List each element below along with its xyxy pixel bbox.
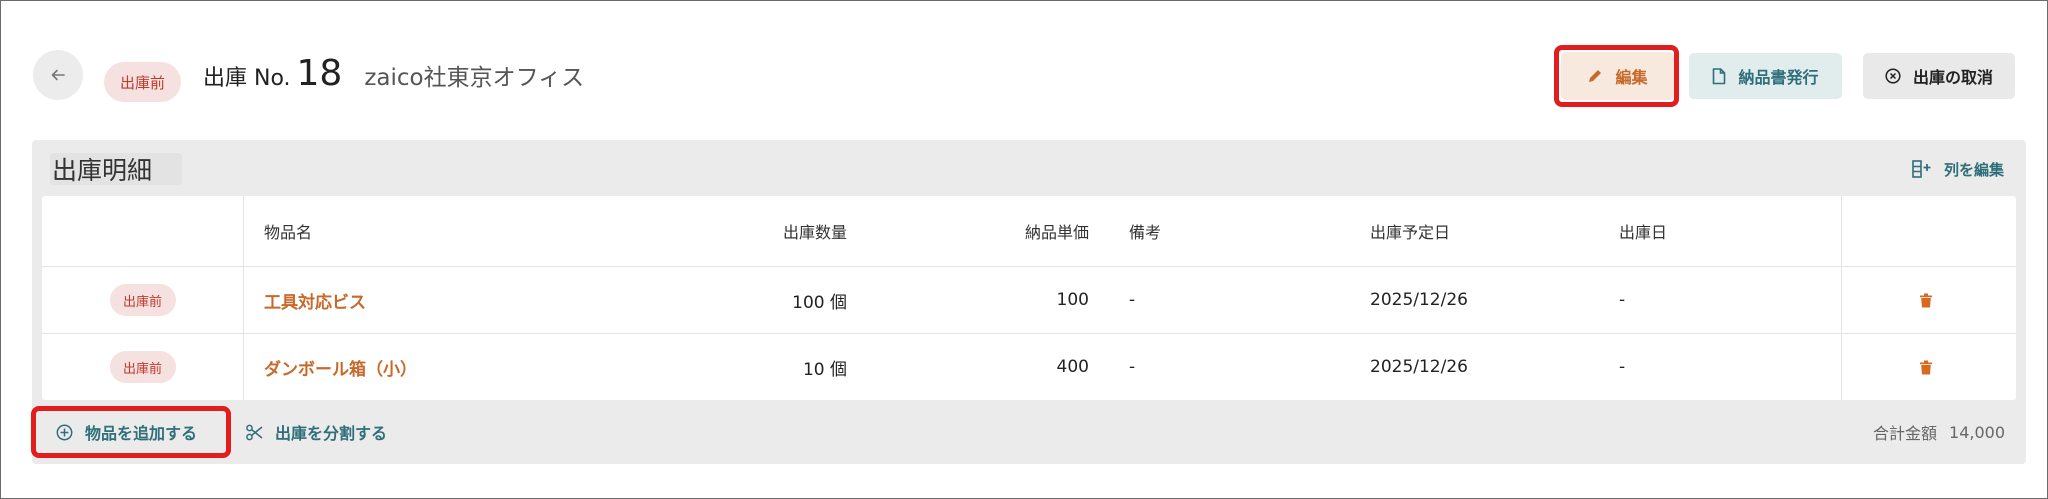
split-shipment-label: 出庫を分割する — [275, 424, 388, 443]
circle-x-icon — [1885, 68, 1901, 84]
table-row: 出庫前 工具対応ビス 100 個 100 - 2025/12/26 - — [42, 267, 2016, 334]
total-amount: 合計金額 14,000 — [1873, 413, 2005, 451]
table-header-row: 物品名 出庫数量 納品単価 備考 出庫予定日 出庫日 — [42, 196, 2016, 267]
trash-icon — [1920, 293, 1932, 308]
edit-button-label: 編集 — [1615, 68, 1648, 87]
row-status-badge: 出庫前 — [109, 284, 176, 316]
table-row: 出庫前 ダンボール箱（小） 10 個 400 - 2025/12/26 - — [42, 334, 2016, 400]
item-note: - — [1129, 290, 1136, 310]
add-item-button[interactable]: 物品を追加する — [28, 413, 220, 451]
item-price: 400 — [1056, 357, 1089, 377]
trash-icon — [1920, 360, 1932, 375]
item-name-link[interactable]: ダンボール箱（小） — [264, 334, 417, 400]
item-name-link[interactable]: 工具対応ビス — [264, 267, 366, 333]
delete-row-button[interactable] — [1920, 267, 1932, 333]
item-price: 100 — [1056, 290, 1089, 310]
scissors-icon — [246, 424, 263, 441]
item-ship-date: - — [1619, 357, 1626, 377]
total-label: 合計金額 — [1873, 424, 1938, 443]
items-table: 物品名 出庫数量 納品単価 備考 出庫予定日 出庫日 出庫前 工具対応ビス 10… — [42, 196, 2016, 400]
destination-name: zaico社東京オフィス — [364, 65, 585, 91]
item-planned-date: 2025/12/26 — [1370, 357, 1468, 377]
page-title: 出庫 No. 18 zaico社東京オフィス — [203, 53, 584, 103]
arrow-left-icon — [50, 67, 66, 83]
column-header-note: 備考 — [1129, 223, 1162, 242]
total-value: 14,000 — [1949, 422, 2005, 442]
row-status-cell: 出庫前 — [109, 334, 176, 400]
item-note: - — [1129, 357, 1136, 377]
column-header-name: 物品名 — [264, 223, 313, 242]
edit-columns-label: 列を編集 — [1943, 160, 2004, 179]
circle-plus-icon — [56, 424, 73, 441]
edit-columns-button[interactable]: 列を編集 — [1912, 154, 2004, 184]
item-planned-date: 2025/12/26 — [1370, 290, 1468, 310]
pencil-icon — [1587, 68, 1603, 84]
status-badge: 出庫前 — [104, 62, 181, 102]
item-qty: 100 個 — [792, 292, 847, 313]
column-header-planned-date: 出庫予定日 — [1370, 223, 1451, 242]
back-button[interactable] — [33, 50, 83, 100]
title-prefix: 出庫 No. — [203, 66, 291, 91]
window-frame: 出庫前 出庫 No. 18 zaico社東京オフィス 編集 納品書発行 出庫の取… — [0, 0, 2048, 499]
split-shipment-button[interactable]: 出庫を分割する — [246, 413, 387, 451]
invoice-button-label: 納品書発行 — [1738, 68, 1819, 87]
add-item-label: 物品を追加する — [85, 424, 198, 443]
row-status-badge: 出庫前 — [109, 351, 176, 383]
item-qty: 10 個 — [802, 359, 847, 380]
cancel-shipment-button[interactable]: 出庫の取消 — [1863, 53, 2015, 99]
column-header-price: 納品単価 — [1024, 223, 1089, 242]
delete-row-button[interactable] — [1920, 334, 1932, 400]
row-status-cell: 出庫前 — [109, 267, 176, 333]
panel-title: 出庫明細 — [50, 153, 183, 185]
document-icon — [1712, 67, 1726, 85]
edit-button[interactable]: 編集 — [1561, 52, 1674, 100]
cancel-button-label: 出庫の取消 — [1912, 68, 1993, 87]
item-ship-date: - — [1619, 290, 1626, 310]
column-plus-icon — [1912, 160, 1932, 178]
column-header-qty: 出庫数量 — [782, 223, 847, 242]
invoice-button[interactable]: 納品書発行 — [1689, 53, 1842, 99]
title-number: 18 — [296, 53, 343, 94]
column-header-ship-date: 出庫日 — [1619, 223, 1668, 242]
